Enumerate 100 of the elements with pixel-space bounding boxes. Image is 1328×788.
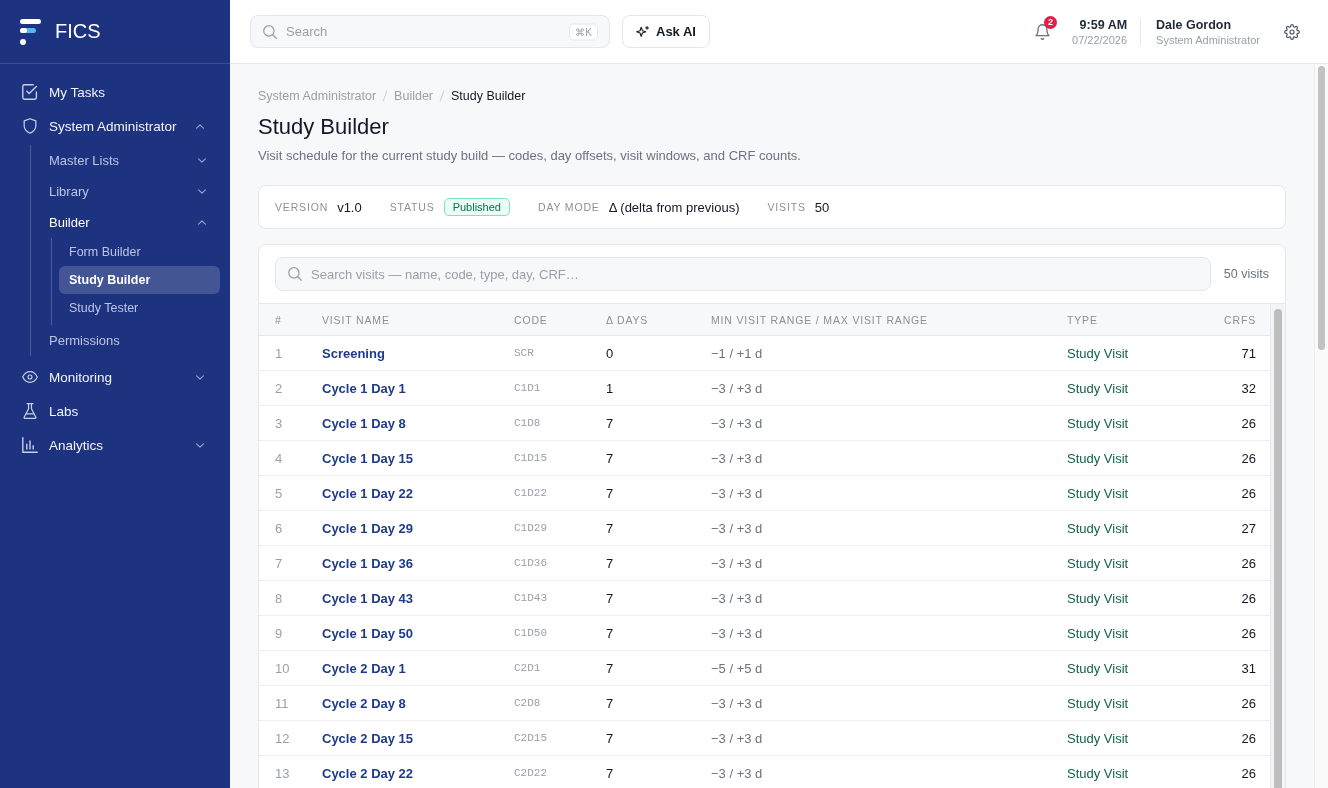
nav-item[interactable]: Form Builder <box>59 238 220 266</box>
column-header: CODE <box>514 313 548 326</box>
nav-item[interactable]: Monitoring <box>10 360 220 394</box>
summary-label: VISITS <box>767 201 806 213</box>
row-number: 12 <box>275 730 290 746</box>
visit-name-link[interactable]: Screening <box>322 345 385 361</box>
slash-icon <box>439 90 445 102</box>
visit-code: C2D1 <box>514 662 541 674</box>
visit-range: −3 / +3 d <box>711 590 763 606</box>
visit-type: Study Visit <box>1067 695 1129 711</box>
crf-count: 26 <box>1241 590 1256 606</box>
visit-range: −3 / +3 d <box>711 695 763 711</box>
bell-icon[interactable] <box>1035 23 1050 40</box>
visit-name-link[interactable]: Cycle 2 Day 22 <box>322 765 414 781</box>
summary-value: 50 <box>814 199 830 215</box>
column-header: # <box>275 313 282 326</box>
nav-item[interactable]: Master Lists <box>31 145 220 176</box>
day-offset: 7 <box>606 450 614 466</box>
crf-count: 26 <box>1241 730 1256 746</box>
nav-item[interactable]: Library <box>31 176 220 207</box>
day-offset: 7 <box>606 765 614 781</box>
visit-range: −3 / +3 d <box>711 555 763 571</box>
nav-item[interactable]: Study Builder <box>59 266 220 294</box>
day-offset: 7 <box>606 520 614 536</box>
flask-icon <box>22 403 38 419</box>
visit-name-link[interactable]: Cycle 1 Day 43 <box>322 590 414 606</box>
visit-range: −3 / +3 d <box>711 485 763 501</box>
visit-code: C1D15 <box>514 452 547 464</box>
visit-search-field[interactable]: Search visits — name, code, type, day, CRF… <box>275 257 1211 291</box>
crf-count: 27 <box>1241 520 1256 536</box>
crf-count: 26 <box>1241 625 1256 641</box>
visit-name-link[interactable]: Cycle 1 Day 50 <box>322 625 414 641</box>
day-offset: 7 <box>606 415 614 431</box>
page-description: Visit schedule for the current study build — codes, day offsets, visit windows, and CRF counts. <box>258 147 802 165</box>
nav-item[interactable]: Builder <box>31 207 220 238</box>
visit-range: −3 / +3 d <box>711 380 763 396</box>
notification-count: 2 <box>1044 15 1057 29</box>
visit-name-link[interactable]: Cycle 1 Day 15 <box>322 450 414 466</box>
column-header: MIN VISIT RANGE / MAX VISIT RANGE <box>711 313 928 326</box>
visit-name-link[interactable]: Cycle 1 Day 8 <box>322 415 406 431</box>
column-header: VISIT NAME <box>322 313 390 326</box>
column-header: CRFS <box>1224 313 1256 326</box>
visit-name-link[interactable]: Cycle 1 Day 29 <box>322 520 414 536</box>
visit-name-link[interactable]: Cycle 2 Day 8 <box>322 695 406 711</box>
summary-label: STATUS <box>389 201 435 213</box>
breadcrumb-current: Study Builder <box>451 89 526 103</box>
nav-item[interactable]: Analytics <box>10 428 220 462</box>
search-icon <box>288 267 302 281</box>
brand-name: FICS <box>55 20 101 43</box>
eye-icon <box>22 369 38 385</box>
crf-count: 26 <box>1241 765 1256 781</box>
visit-range: −3 / +3 d <box>711 450 763 466</box>
scrollbar-thumb[interactable] <box>1274 309 1282 788</box>
clock-date: 07/22/2026 <box>1072 33 1128 46</box>
day-offset: 7 <box>606 555 614 571</box>
visit-name-link[interactable]: Cycle 1 Day 1 <box>322 380 406 396</box>
checkbox-icon <box>22 84 38 100</box>
nav-item[interactable]: Study Tester <box>59 294 220 322</box>
summary-label: VERSION <box>275 201 329 213</box>
visit-type: Study Visit <box>1067 450 1129 466</box>
nav-item[interactable]: Labs <box>10 394 220 428</box>
visit-name-link[interactable]: Cycle 2 Day 15 <box>322 730 414 746</box>
crf-count: 26 <box>1241 450 1256 466</box>
visit-type: Study Visit <box>1067 555 1129 571</box>
visit-range: −3 / +3 d <box>711 415 763 431</box>
visit-type: Study Visit <box>1067 660 1129 676</box>
summary-label: DAY MODE <box>537 201 600 213</box>
visit-type: Study Visit <box>1067 345 1129 361</box>
page-title: Study Builder <box>258 114 390 140</box>
visit-name-link[interactable]: Cycle 1 Day 36 <box>322 555 414 571</box>
day-offset: 0 <box>606 345 614 361</box>
row-number: 4 <box>275 450 283 466</box>
ask-ai-button[interactable]: Ask AI <box>622 15 710 48</box>
nav-item[interactable]: Permissions <box>31 325 220 356</box>
row-number: 8 <box>275 590 283 606</box>
nav-item[interactable]: My Tasks <box>10 75 220 109</box>
nav-item[interactable]: System Administrator <box>10 109 220 143</box>
visit-type: Study Visit <box>1067 485 1129 501</box>
crf-count: 31 <box>1241 660 1256 676</box>
visit-code: C2D8 <box>514 697 541 709</box>
keyboard-shortcut: ⌘K <box>569 23 598 40</box>
row-number: 1 <box>275 345 283 361</box>
row-number: 3 <box>275 415 283 431</box>
visit-name-link[interactable]: Cycle 2 Day 1 <box>322 660 406 676</box>
crf-count: 71 <box>1241 345 1256 361</box>
row-number: 7 <box>275 555 283 571</box>
settings-icon[interactable] <box>1284 23 1300 40</box>
day-offset: 7 <box>606 660 614 676</box>
crf-count: 26 <box>1241 695 1256 711</box>
visit-range: −5 / +5 d <box>711 660 763 676</box>
visit-code: C2D15 <box>514 732 547 744</box>
visit-type: Study Visit <box>1067 765 1129 781</box>
visit-range: −3 / +3 d <box>711 730 763 746</box>
visit-name-link[interactable]: Cycle 1 Day 22 <box>322 485 414 501</box>
visit-range: −1 / +1 d <box>711 345 763 361</box>
visit-range: −3 / +3 d <box>711 765 763 781</box>
day-offset: 1 <box>606 380 614 396</box>
scrollbar-thumb[interactable] <box>1318 66 1325 350</box>
column-header: Δ DAYS <box>606 313 649 326</box>
clock-time: 9:59 AM <box>1079 17 1128 32</box>
